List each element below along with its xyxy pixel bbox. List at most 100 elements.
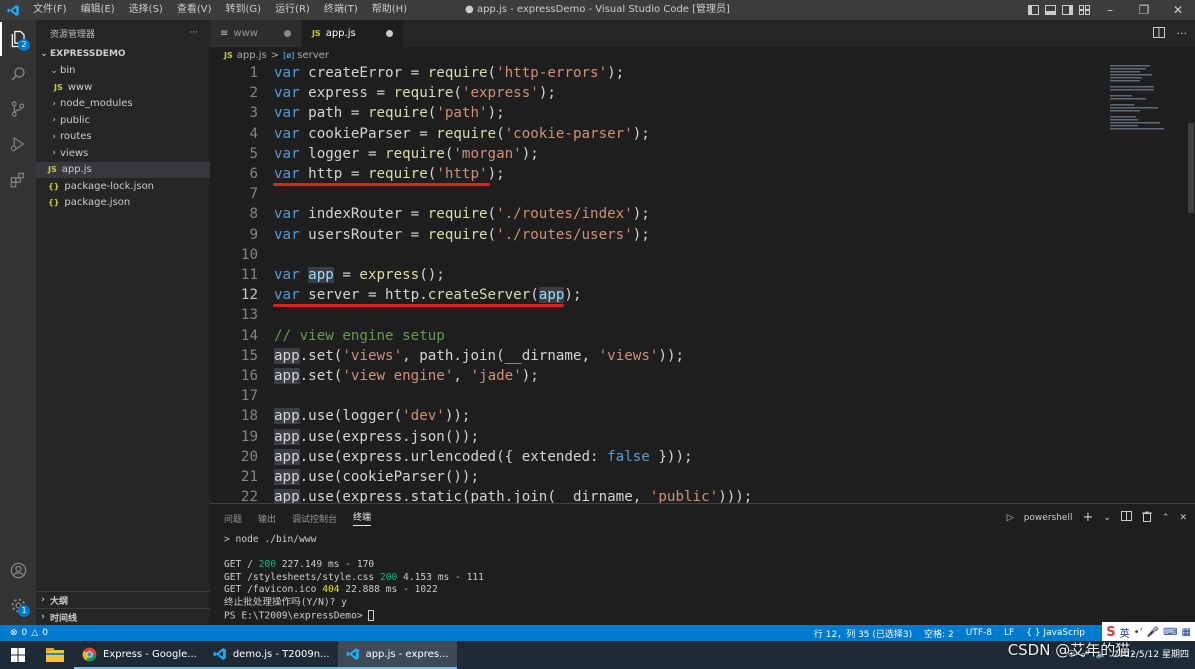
menu-help[interactable]: 帮助(H) xyxy=(365,0,414,20)
more-actions-icon[interactable]: ··· xyxy=(1177,27,1188,40)
code-token: .use(express.json()); xyxy=(299,428,479,445)
breadcrumb-symbol[interactable]: server xyxy=(297,50,329,61)
menu-selection[interactable]: 选择(S) xyxy=(122,0,170,20)
menu-go[interactable]: 转到(G) xyxy=(219,0,269,20)
customize-layout-icon[interactable] xyxy=(1076,0,1093,20)
tree-folder-views[interactable]: › views xyxy=(36,145,210,162)
toggle-secondary-sidebar-icon[interactable] xyxy=(1059,0,1076,20)
code-line[interactable]: 17 xyxy=(210,386,1110,406)
tree-file-package-json[interactable]: {} package.json xyxy=(36,195,210,212)
code-line[interactable]: 2 var express = require('express'); xyxy=(210,83,1110,103)
tab-terminal[interactable]: 终端 xyxy=(353,510,372,526)
code-line[interactable]: 11 var app = express(); xyxy=(210,265,1110,285)
ime-language[interactable]: 英 xyxy=(1120,625,1130,640)
taskbar-chrome[interactable]: Express - Google... xyxy=(74,641,205,669)
menu-terminal[interactable]: 终端(T) xyxy=(317,0,365,20)
code-line[interactable]: 21 app.use(cookieParser()); xyxy=(210,467,1110,487)
unsaved-dot-icon[interactable] xyxy=(385,30,393,37)
taskbar-vscode-app[interactable]: app.js - expres... xyxy=(337,641,457,669)
tree-file-app-js[interactable]: JS app.js xyxy=(36,161,210,178)
chevron-down-icon[interactable]: ⌄ xyxy=(1103,513,1111,523)
language-mode[interactable]: { } JavaScrip xyxy=(1026,628,1085,638)
scroll-thumb[interactable] xyxy=(1188,123,1194,213)
windows-start-icon[interactable] xyxy=(0,641,36,669)
explorer-more-button[interactable]: ··· xyxy=(189,28,198,38)
new-terminal-icon[interactable]: + xyxy=(1082,510,1093,525)
code-line[interactable]: 9 var usersRouter = require('./routes/use… xyxy=(210,225,1110,245)
tree-file-www[interactable]: JS www xyxy=(36,79,210,96)
close-panel-icon[interactable]: ✕ xyxy=(1179,513,1187,523)
project-root[interactable]: ⌄ EXPRESSDEMO xyxy=(36,46,210,63)
breadcrumb-file[interactable]: app.js xyxy=(237,50,267,61)
code-line[interactable]: 18 app.use(logger('dev')); xyxy=(210,406,1110,426)
minimize-icon[interactable]: – xyxy=(1093,0,1127,20)
problems-status[interactable]: ⊗ 0 △ 0 xyxy=(0,628,48,638)
terminal-output[interactable]: > node ./bin/www GET / 200 227.149 ms - 1… xyxy=(224,534,484,622)
code-line[interactable]: 5 var logger = require('morgan'); xyxy=(210,144,1110,164)
code-line[interactable]: 10 xyxy=(210,245,1110,265)
outline-section[interactable]: › 大纲 xyxy=(36,591,210,608)
menu-file[interactable]: 文件(F) xyxy=(26,0,74,20)
code-line[interactable]: 13 xyxy=(210,305,1110,325)
trash-icon[interactable] xyxy=(1141,511,1152,525)
code-line[interactable]: 19 app.use(express.json()); xyxy=(210,427,1110,447)
run-debug-icon[interactable] xyxy=(0,127,36,161)
code-line[interactable]: 14 // view engine setup xyxy=(210,326,1110,346)
tree-folder-public[interactable]: › public xyxy=(36,112,210,129)
restore-icon[interactable]: ❐ xyxy=(1127,0,1161,20)
tab-app-js[interactable]: JS app.js xyxy=(301,20,404,47)
code-line[interactable]: 15 app.set('views', path.join(__dirname, … xyxy=(210,346,1110,366)
code-line[interactable]: 6 var http = require('http'); xyxy=(210,164,1110,184)
end-of-line[interactable]: LF xyxy=(1004,628,1014,638)
code-editor[interactable]: 1 var createError = require('http-errors'… xyxy=(210,63,1195,503)
menu-run[interactable]: 运行(R) xyxy=(268,0,317,20)
code-line[interactable]: 16 app.set('view engine', 'jade'); xyxy=(210,366,1110,386)
code-line[interactable]: 12 var server = http.createServer(app); xyxy=(210,285,1110,305)
code-line[interactable]: 20 app.use(express.urlencoded({ extended:… xyxy=(210,447,1110,467)
code-line[interactable]: 3 var path = require('path'); xyxy=(210,103,1110,123)
punctuation-icon[interactable]: •’ xyxy=(1134,627,1143,638)
minimap[interactable] xyxy=(1108,63,1188,133)
indentation[interactable]: 空格: 2 xyxy=(924,627,954,640)
code-line[interactable]: 8 var indexRouter = require('./routes/ind… xyxy=(210,204,1110,224)
menu-view[interactable]: 查看(V) xyxy=(170,0,219,20)
timeline-section[interactable]: › 时间线 xyxy=(36,608,210,625)
code-token: = xyxy=(333,267,360,283)
tree-folder-node-modules[interactable]: › node_modules xyxy=(36,96,210,113)
microphone-icon[interactable]: 🎤 xyxy=(1147,627,1159,638)
tab-debug-console[interactable]: 调试控制台 xyxy=(292,512,337,525)
account-icon[interactable] xyxy=(0,553,36,587)
source-control-icon[interactable] xyxy=(0,92,36,126)
keyboard-icon[interactable]: ⌨ xyxy=(1163,627,1177,638)
tree-file-package-lock[interactable]: {} package-lock.json xyxy=(36,178,210,195)
toggle-sidebar-icon[interactable] xyxy=(1025,0,1042,20)
search-icon[interactable] xyxy=(0,57,36,91)
tree-folder-routes[interactable]: › routes xyxy=(36,129,210,146)
close-icon[interactable]: ✕ xyxy=(1161,0,1195,20)
grid-menu-icon[interactable]: ▦ xyxy=(1182,627,1191,638)
settings-gear-icon[interactable]: 1 xyxy=(0,588,36,622)
code-text: var usersRouter = require('./routes/user… xyxy=(274,225,650,245)
explorer-icon[interactable]: 2 xyxy=(0,22,36,56)
toggle-panel-icon[interactable] xyxy=(1042,0,1059,20)
tree-folder-bin[interactable]: ⌄ bin xyxy=(36,63,210,80)
code-line[interactable]: 1 var createError = require('http-errors'… xyxy=(210,63,1110,83)
tab-output[interactable]: 输出 xyxy=(258,512,276,525)
code-line[interactable]: 22 app.use(express.static(path.join(__dir… xyxy=(210,487,1110,503)
editor-scrollbar[interactable] xyxy=(1187,63,1195,503)
terminal-shell-name[interactable]: powershell xyxy=(1024,513,1073,523)
unsaved-dot-icon[interactable] xyxy=(283,30,291,37)
tab-problems[interactable]: 问题 xyxy=(224,512,242,525)
code-line[interactable]: 4 var cookieParser = require('cookie-pars… xyxy=(210,124,1110,144)
code-line[interactable]: 7 xyxy=(210,184,1110,204)
tab-www[interactable]: ≡ www xyxy=(210,20,302,47)
file-explorer-icon[interactable] xyxy=(36,641,74,669)
taskbar-vscode-demo[interactable]: demo.js - T2009n... xyxy=(204,641,338,669)
extensions-icon[interactable] xyxy=(0,163,36,197)
split-terminal-icon[interactable] xyxy=(1120,511,1132,524)
encoding[interactable]: UTF-8 xyxy=(966,628,992,638)
cursor-position[interactable]: 行 12，列 35 (已选择3) xyxy=(814,627,912,640)
split-editor-icon[interactable] xyxy=(1152,26,1165,41)
maximize-panel-icon[interactable]: ⌃ xyxy=(1162,513,1170,523)
menu-edit[interactable]: 编辑(E) xyxy=(74,0,122,20)
